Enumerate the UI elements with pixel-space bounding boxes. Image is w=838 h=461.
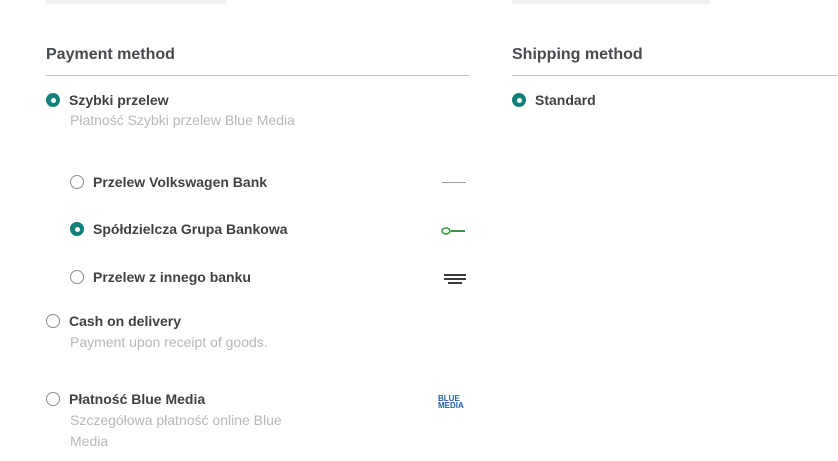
- payment-option-description: Payment upon receipt of goods.: [70, 334, 268, 350]
- shipping-title-divider: [512, 75, 838, 76]
- payment-method-title: Payment method: [46, 46, 175, 63]
- bank-option-label: Spółdzielcza Grupa Bankowa: [93, 221, 288, 237]
- bank-option-label: Przelew Volkswagen Bank: [93, 174, 268, 190]
- bank-option-label: Przelew z innego banku: [93, 269, 251, 285]
- bank-option-sgb[interactable]: Spółdzielcza Grupa Bankowa: [70, 221, 288, 237]
- radio-cash-on-delivery[interactable]: [46, 314, 60, 328]
- bank-option-volkswagen[interactable]: Przelew Volkswagen Bank: [70, 174, 267, 190]
- payment-option-label: Cash on delivery: [69, 313, 182, 329]
- payment-option-blue-media[interactable]: Płatność Blue Media: [46, 391, 205, 407]
- payment-option-label: Szybki przelew: [69, 92, 169, 108]
- radio-blue-media[interactable]: [46, 392, 60, 406]
- shipping-option-label: Standard: [535, 92, 596, 108]
- shipping-option-standard[interactable]: Standard: [512, 92, 596, 108]
- other-bank-logo: [443, 272, 467, 286]
- blue-media-logo: BLUE MEDIA: [438, 394, 464, 410]
- radio-volkswagen-bank[interactable]: [70, 175, 84, 189]
- payment-option-szybki-przelew[interactable]: Szybki przelew: [46, 92, 169, 108]
- radio-sgb-bank[interactable]: [70, 222, 84, 236]
- shipping-method-title: Shipping method: [512, 46, 643, 63]
- sgb-bank-logo: [441, 226, 467, 236]
- radio-standard-shipping[interactable]: [512, 93, 526, 107]
- payment-option-cash-on-delivery[interactable]: Cash on delivery: [46, 313, 181, 329]
- radio-szybki-przelew[interactable]: [46, 93, 60, 107]
- payment-top-strip: [46, 0, 226, 4]
- payment-option-label: Płatność Blue Media: [69, 391, 206, 407]
- payment-title-divider: [46, 75, 470, 76]
- radio-other-bank[interactable]: [70, 270, 84, 284]
- bank-option-other[interactable]: Przelew z innego banku: [70, 269, 251, 285]
- payment-option-description: Szczegółowa płatność online Blue Media: [70, 412, 282, 449]
- shipping-top-strip: [512, 0, 710, 4]
- volkswagen-bank-logo: [442, 180, 466, 184]
- payment-option-description: Płatność Szybki przelew Blue Media: [70, 112, 295, 128]
